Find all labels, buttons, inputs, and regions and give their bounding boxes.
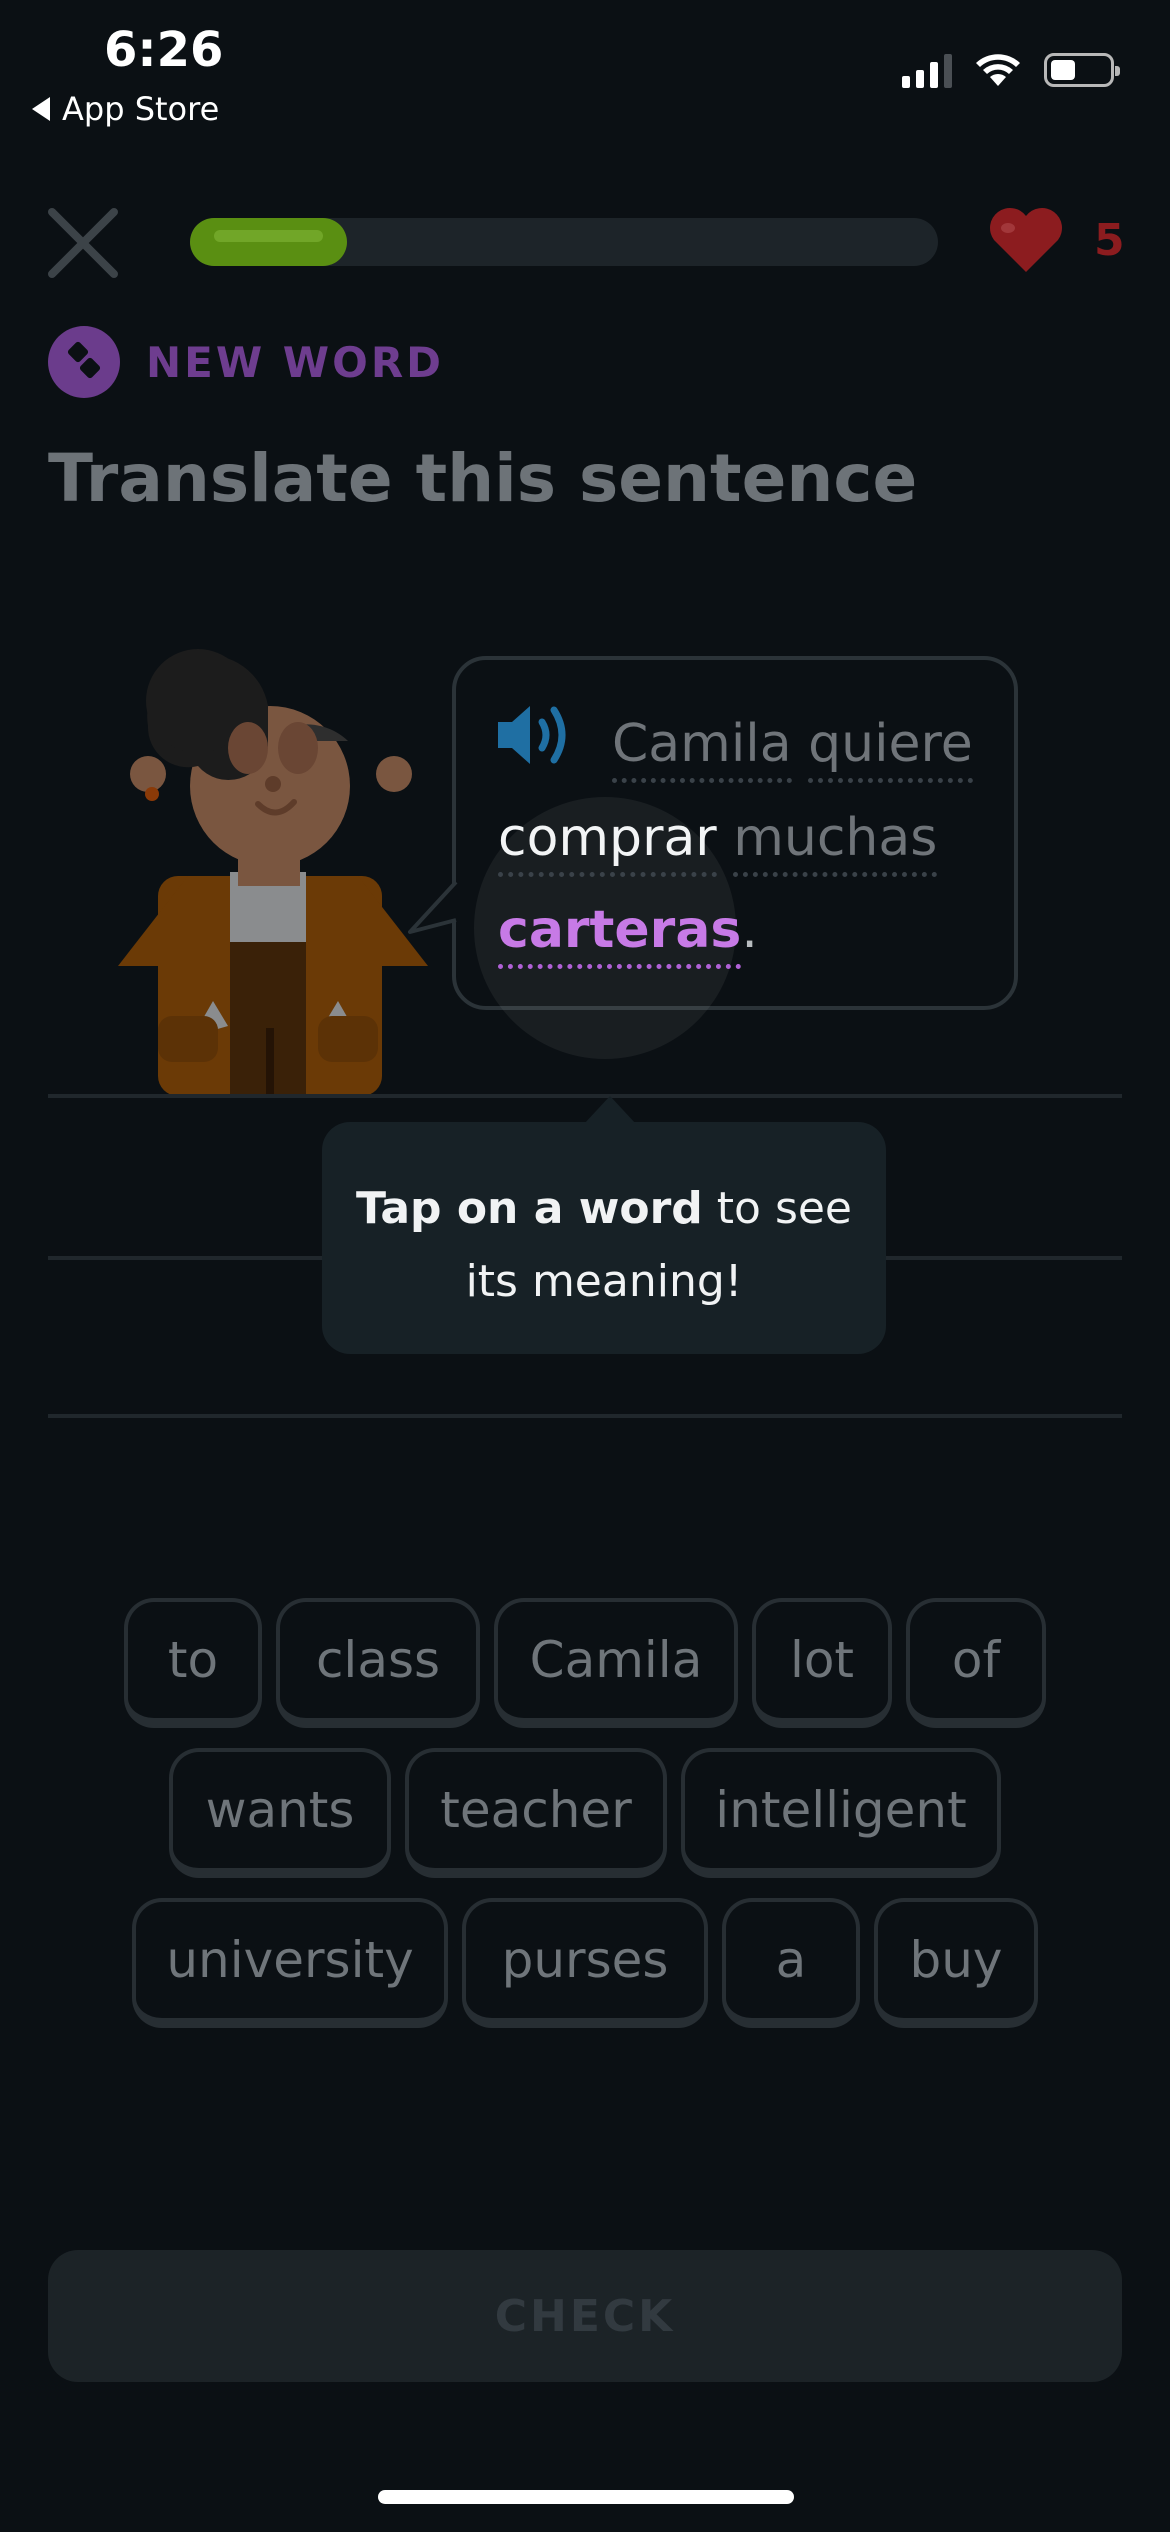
- word-chip[interactable]: teacher: [405, 1748, 667, 1878]
- tooltip-line-1: Tap on a word to see: [322, 1172, 886, 1245]
- sentence-line-1: Camila quiere: [612, 718, 973, 783]
- word-chip[interactable]: purses: [462, 1898, 708, 2028]
- tap-word-tooltip: Tap on a word to see its meaning!: [322, 1096, 886, 1354]
- hearts-counter[interactable]: 5: [986, 206, 1125, 274]
- back-arrow-icon: [32, 97, 50, 121]
- new-word-icon: [48, 326, 120, 398]
- speaker-icon[interactable]: [494, 700, 580, 770]
- back-to-app-store[interactable]: App Store: [32, 90, 219, 128]
- word-bank-row-3: university purses a buy: [0, 1898, 1170, 2028]
- character-illustration: [118, 649, 428, 1096]
- word-chip[interactable]: university: [132, 1898, 448, 2028]
- word-chip[interactable]: intelligent: [681, 1748, 1001, 1878]
- word-quiere[interactable]: quiere: [808, 718, 973, 783]
- status-time: 6:26: [104, 22, 224, 78]
- new-word-text: NEW WORD: [146, 337, 445, 387]
- lesson-progress-fill: [190, 218, 348, 266]
- speech-bubble-tail: [408, 880, 458, 934]
- heart-icon: [990, 208, 1062, 272]
- home-indicator: [378, 2490, 794, 2504]
- cellular-signal-icon: [902, 52, 952, 88]
- word-chip[interactable]: a: [722, 1898, 860, 2028]
- word-chip[interactable]: Camila: [494, 1598, 738, 1728]
- system-status-icons: [902, 52, 1120, 88]
- tooltip-arrow: [584, 1096, 636, 1124]
- word-chip[interactable]: wants: [169, 1748, 391, 1878]
- check-button[interactable]: CHECK: [48, 2250, 1122, 2382]
- word-chip[interactable]: class: [276, 1598, 480, 1728]
- answer-line-3: [48, 1414, 1122, 1418]
- page-title: Translate this sentence: [48, 440, 918, 517]
- word-chip[interactable]: of: [906, 1598, 1046, 1728]
- battery-icon: [1044, 53, 1120, 87]
- back-app-label: App Store: [62, 90, 220, 128]
- sentence-line-3: carteras.: [498, 904, 758, 969]
- word-camila[interactable]: Camila: [612, 718, 792, 783]
- word-bank-row-2: wants teacher intelligent: [0, 1748, 1170, 1878]
- tooltip-bold: Tap on a word: [355, 1183, 703, 1234]
- word-chip[interactable]: lot: [752, 1598, 892, 1728]
- word-comprar[interactable]: comprar: [498, 812, 717, 877]
- word-bank-row-1: to class Camila lot of: [0, 1598, 1170, 1728]
- hearts-count: 5: [1094, 214, 1125, 266]
- sentence-period: .: [741, 900, 758, 960]
- lesson-progress-bar: [190, 218, 938, 266]
- wifi-icon: [976, 54, 1020, 86]
- new-word-label: NEW WORD: [48, 326, 444, 398]
- sentence-line-2: comprar muchas: [498, 812, 938, 877]
- close-icon[interactable]: [46, 206, 120, 280]
- tooltip-rest: to see: [702, 1183, 853, 1234]
- word-muchas[interactable]: muchas: [733, 812, 938, 877]
- word-chip[interactable]: buy: [874, 1898, 1038, 2028]
- word-carteras[interactable]: carteras: [498, 904, 742, 969]
- tooltip-line-2: its meaning!: [465, 1256, 743, 1307]
- word-chip[interactable]: to: [124, 1598, 262, 1728]
